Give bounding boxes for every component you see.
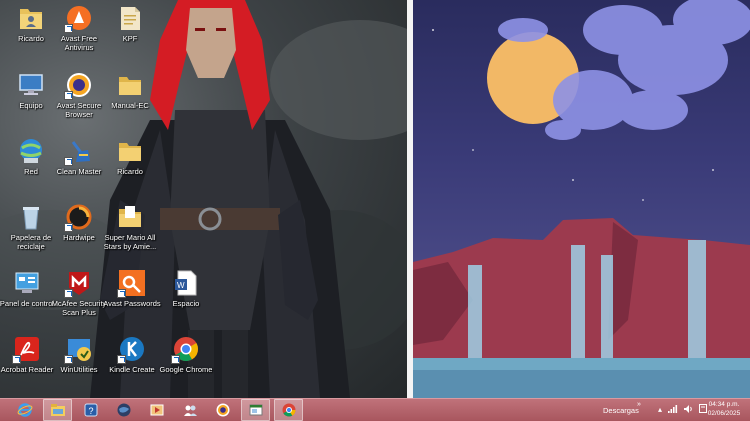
desktop-icon-label: KPF (122, 34, 138, 43)
svg-text:?: ? (88, 406, 93, 416)
desktop-icon-acrobat-reader[interactable]: Acrobat Reader (0, 334, 56, 375)
taskbar-globe-app[interactable] (109, 399, 138, 421)
volume-icon[interactable] (684, 404, 693, 416)
hardwipe-icon (64, 202, 94, 232)
taskbar-media-player[interactable] (142, 399, 171, 421)
folder-icon (115, 70, 145, 100)
recycle-bin-icon (16, 202, 46, 232)
desktop-icon-label: Ricardo (117, 167, 143, 176)
desktop-icon-espacio[interactable]: W Espacio (157, 268, 215, 309)
desktop-icon-super-mario[interactable]: Super Mario All Stars by Amie... (101, 202, 159, 251)
folder-icon (115, 202, 145, 232)
desktop-icon-label: Equipo (19, 101, 43, 110)
desktop-icon-label: WinUtilities (60, 365, 98, 374)
user-folder-icon (16, 3, 46, 33)
desktop-icon-kindle-create[interactable]: Kindle Create (103, 334, 161, 375)
taskbar-file-explorer[interactable] (43, 399, 72, 421)
clock-date: 02/06/2025 (707, 409, 741, 417)
desktop-icon-google-chrome[interactable]: Google Chrome (157, 334, 215, 375)
taskbar-avast-browser[interactable] (208, 399, 237, 421)
shortcut-arrow-icon (64, 24, 73, 33)
signal-icon[interactable] (668, 404, 678, 416)
help-icon: ? (84, 403, 97, 417)
shortcut-arrow-icon (64, 289, 73, 298)
desktop-icon-label: Avast Passwords (103, 299, 161, 308)
desktop-icon-label: Avast Secure Browser (56, 101, 102, 119)
shortcut-arrow-icon (12, 355, 21, 364)
clock-time: 04:34 p.m. (708, 401, 740, 408)
avast-browser-icon (216, 403, 229, 417)
desktop-icon-label: Red (24, 167, 38, 176)
globe-app-icon (117, 403, 130, 417)
desktop-icon-label: Super Mario All Stars by Amie... (103, 233, 157, 251)
shortcut-arrow-icon (117, 355, 126, 364)
chrome-icon (282, 403, 295, 417)
desktop-icon-mcafee[interactable]: McAfee Security Scan Plus (50, 268, 108, 317)
shortcut-arrow-icon (64, 223, 73, 232)
taskbar-internet-explorer[interactable] (10, 399, 39, 421)
document-folder-icon (115, 3, 145, 33)
desktop-icon-panel-de-control[interactable]: Panel de control (0, 268, 56, 309)
shortcut-arrow-icon (64, 91, 73, 100)
winutilities-icon (64, 334, 94, 364)
window-app-icon (249, 404, 262, 416)
desktop-icon-label: Manual-EC (111, 101, 149, 110)
internet-explorer-icon (17, 403, 32, 417)
right-wallpaper (413, 0, 750, 398)
desktop-icon-avast-free-antivirus[interactable]: Avast Free Antivirus (50, 3, 108, 52)
svg-text:W: W (177, 281, 185, 290)
clock[interactable]: 04:34 p.m. 02/06/2025 (702, 401, 746, 418)
desktop-icon-ricardo-folder[interactable]: Ricardo (101, 136, 159, 177)
taskbar: ? Descargas » ▴ 04:34 p.m. 02/06/2025 (0, 398, 750, 421)
acrobat-icon (12, 334, 42, 364)
taskbar-help[interactable]: ? (76, 399, 105, 421)
kindle-icon (117, 334, 147, 364)
desktop-icon-label: Kindle Create (109, 365, 155, 374)
desktop[interactable]: Ricardo Avast Free Antivirus KPF Equipo … (0, 0, 750, 398)
desktop-icon-label: Panel de control (0, 299, 55, 308)
folder-icon (115, 136, 145, 166)
desktop-icon-label: Avast Free Antivirus (60, 34, 98, 52)
desktop-icon-kpf[interactable]: KPF (101, 3, 159, 44)
key-icon (117, 268, 147, 298)
document-icon: W (171, 268, 201, 298)
downloads-toolbar[interactable]: Descargas (603, 406, 639, 415)
taskbar-window-app[interactable] (241, 399, 270, 421)
desktop-icon-label: Ricardo (18, 34, 44, 43)
desktop-icon-clean-master[interactable]: Clean Master (50, 136, 108, 177)
taskbar-people-app[interactable] (175, 399, 204, 421)
shortcut-arrow-icon (117, 289, 126, 298)
show-hidden-icons-icon[interactable]: ▴ (658, 405, 662, 415)
desktop-icon-label: Espacio (172, 299, 200, 308)
desktop-icon-hardwipe[interactable]: Hardwipe (50, 202, 108, 243)
desktop-icon-avast-secure-browser[interactable]: Avast Secure Browser (50, 70, 108, 119)
toolbar-chevron-icon[interactable]: » (637, 401, 641, 408)
desktop-icon-label: McAfee Security Scan Plus (51, 299, 107, 317)
control-panel-icon (12, 268, 42, 298)
moon-landscape-illustration (413, 0, 750, 398)
shortcut-arrow-icon (64, 157, 73, 166)
network-icon (16, 136, 46, 166)
desktop-icon-label: Acrobat Reader (0, 365, 54, 374)
computer-icon (16, 70, 46, 100)
avast-browser-icon (64, 70, 94, 100)
taskbar-chrome[interactable] (274, 399, 303, 421)
desktop-icon-label: Clean Master (56, 167, 102, 176)
desktop-icon-manual-ec[interactable]: Manual-EC (101, 70, 159, 111)
shortcut-arrow-icon (64, 355, 73, 364)
people-app-icon (183, 405, 197, 416)
desktop-icon-winutilities[interactable]: WinUtilities (50, 334, 108, 375)
media-player-icon (150, 404, 163, 416)
desktop-icon-label: Hardwipe (63, 233, 95, 242)
desktop-icon-label: Google Chrome (159, 365, 213, 374)
shortcut-arrow-icon (171, 355, 180, 364)
avast-icon (64, 3, 94, 33)
system-tray: ▴ (658, 404, 708, 416)
chrome-icon (171, 334, 201, 364)
file-explorer-icon (50, 404, 65, 416)
broom-icon (64, 136, 94, 166)
mcafee-icon (64, 268, 94, 298)
desktop-icon-avast-passwords[interactable]: Avast Passwords (103, 268, 161, 309)
